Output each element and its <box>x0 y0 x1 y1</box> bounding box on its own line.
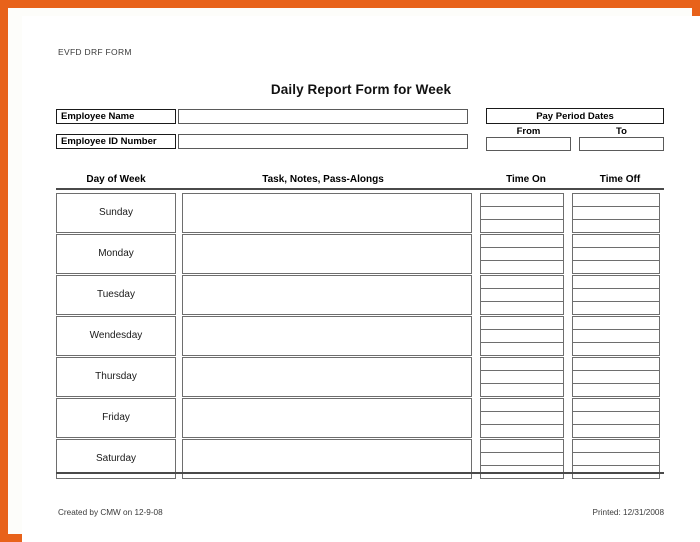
time-off-field-line[interactable] <box>573 317 659 330</box>
table-row: Sunday <box>56 193 664 233</box>
pay-period-header: Pay Period Dates <box>486 108 664 124</box>
time-off-field-line[interactable] <box>573 330 659 343</box>
time-on-field[interactable] <box>480 234 564 274</box>
time-off-field-line[interactable] <box>573 276 659 289</box>
day-of-week-cell: Thursday <box>56 357 176 397</box>
employee-name-label: Employee Name <box>56 109 176 124</box>
form-code-label: EVFD DRF FORM <box>58 47 132 57</box>
time-off-field-line[interactable] <box>573 371 659 384</box>
time-on-field-line[interactable] <box>481 248 563 261</box>
time-on-field-line[interactable] <box>481 235 563 248</box>
time-off-field-line[interactable] <box>573 248 659 261</box>
task-notes-field[interactable] <box>182 234 472 274</box>
header-divider-rule <box>56 188 664 191</box>
time-off-field-line[interactable] <box>573 235 659 248</box>
time-off-field-line[interactable] <box>573 194 659 207</box>
page-border-frame: EVFD DRF FORM Daily Report Form for Week… <box>0 0 700 542</box>
time-off-field[interactable] <box>572 398 660 438</box>
column-header-task-notes: Task, Notes, Pass-Alongs <box>262 174 384 185</box>
time-off-field-line[interactable] <box>573 289 659 302</box>
time-on-field-line[interactable] <box>481 384 563 396</box>
table-row: Thursday <box>56 357 664 397</box>
time-on-field[interactable] <box>480 357 564 397</box>
table-row: Wendesday <box>56 316 664 356</box>
day-of-week-cell: Monday <box>56 234 176 274</box>
time-off-field-line[interactable] <box>573 207 659 220</box>
time-off-field-line[interactable] <box>573 343 659 355</box>
table-row: Monday <box>56 234 664 274</box>
time-on-field-line[interactable] <box>481 343 563 355</box>
time-on-field-line[interactable] <box>481 453 563 466</box>
time-off-field-line[interactable] <box>573 261 659 273</box>
pay-period-to-field[interactable] <box>579 137 664 151</box>
time-on-field-line[interactable] <box>481 302 563 314</box>
day-of-week-cell: Tuesday <box>56 275 176 315</box>
form-page: EVFD DRF FORM Daily Report Form for Week… <box>22 16 700 542</box>
time-on-field-line[interactable] <box>481 440 563 453</box>
employee-name-field[interactable] <box>178 109 468 124</box>
time-on-field-line[interactable] <box>481 399 563 412</box>
time-off-field-line[interactable] <box>573 425 659 437</box>
time-off-field-line[interactable] <box>573 302 659 314</box>
time-off-field[interactable] <box>572 275 660 315</box>
employee-id-label: Employee ID Number <box>56 134 176 149</box>
table-row: Friday <box>56 398 664 438</box>
footer-created-by: Created by CMW on 12-9-08 <box>58 508 163 517</box>
time-on-field-line[interactable] <box>481 317 563 330</box>
time-on-field[interactable] <box>480 398 564 438</box>
page-title: Daily Report Form for Week <box>270 82 452 97</box>
time-off-field[interactable] <box>572 234 660 274</box>
day-of-week-cell: Friday <box>56 398 176 438</box>
time-on-field[interactable] <box>480 316 564 356</box>
column-header-time-off: Time Off <box>599 174 641 185</box>
daily-report-table: Sunday Monday Tuesday Wendesday Thursday Frid… <box>56 193 664 479</box>
time-on-field-line[interactable] <box>481 194 563 207</box>
employee-id-field[interactable] <box>178 134 468 149</box>
day-of-week-cell: Wendesday <box>56 316 176 356</box>
time-off-field[interactable] <box>572 316 660 356</box>
task-notes-field[interactable] <box>182 357 472 397</box>
pay-period-from-label: From <box>516 126 541 137</box>
time-off-field-line[interactable] <box>573 384 659 396</box>
pay-period-from-field[interactable] <box>486 137 571 151</box>
table-bottom-rule <box>56 472 664 475</box>
time-off-field-line[interactable] <box>573 440 659 453</box>
time-on-field[interactable] <box>480 193 564 233</box>
column-header-time-on: Time On <box>506 174 546 185</box>
table-row: Tuesday <box>56 275 664 315</box>
time-on-field-line[interactable] <box>481 207 563 220</box>
column-header-day-of-week: Day of Week <box>86 174 146 185</box>
time-on-field-line[interactable] <box>481 261 563 273</box>
time-on-field-line[interactable] <box>481 412 563 425</box>
time-on-field[interactable] <box>480 275 564 315</box>
time-on-field-line[interactable] <box>481 330 563 343</box>
time-off-field-line[interactable] <box>573 412 659 425</box>
footer-printed-date: Printed: 12/31/2008 <box>592 508 664 517</box>
task-notes-field[interactable] <box>182 193 472 233</box>
time-off-field[interactable] <box>572 357 660 397</box>
task-notes-field[interactable] <box>182 398 472 438</box>
time-off-field[interactable] <box>572 193 660 233</box>
time-on-field-line[interactable] <box>481 289 563 302</box>
day-of-week-cell: Sunday <box>56 193 176 233</box>
time-off-field-line[interactable] <box>573 220 659 232</box>
time-on-field-line[interactable] <box>481 220 563 232</box>
time-off-field-line[interactable] <box>573 399 659 412</box>
task-notes-field[interactable] <box>182 275 472 315</box>
time-on-field-line[interactable] <box>481 276 563 289</box>
pay-period-to-label: To <box>616 126 627 137</box>
time-off-field-line[interactable] <box>573 358 659 371</box>
time-on-field-line[interactable] <box>481 425 563 437</box>
time-on-field-line[interactable] <box>481 358 563 371</box>
task-notes-field[interactable] <box>182 316 472 356</box>
time-on-field-line[interactable] <box>481 371 563 384</box>
time-off-field-line[interactable] <box>573 453 659 466</box>
